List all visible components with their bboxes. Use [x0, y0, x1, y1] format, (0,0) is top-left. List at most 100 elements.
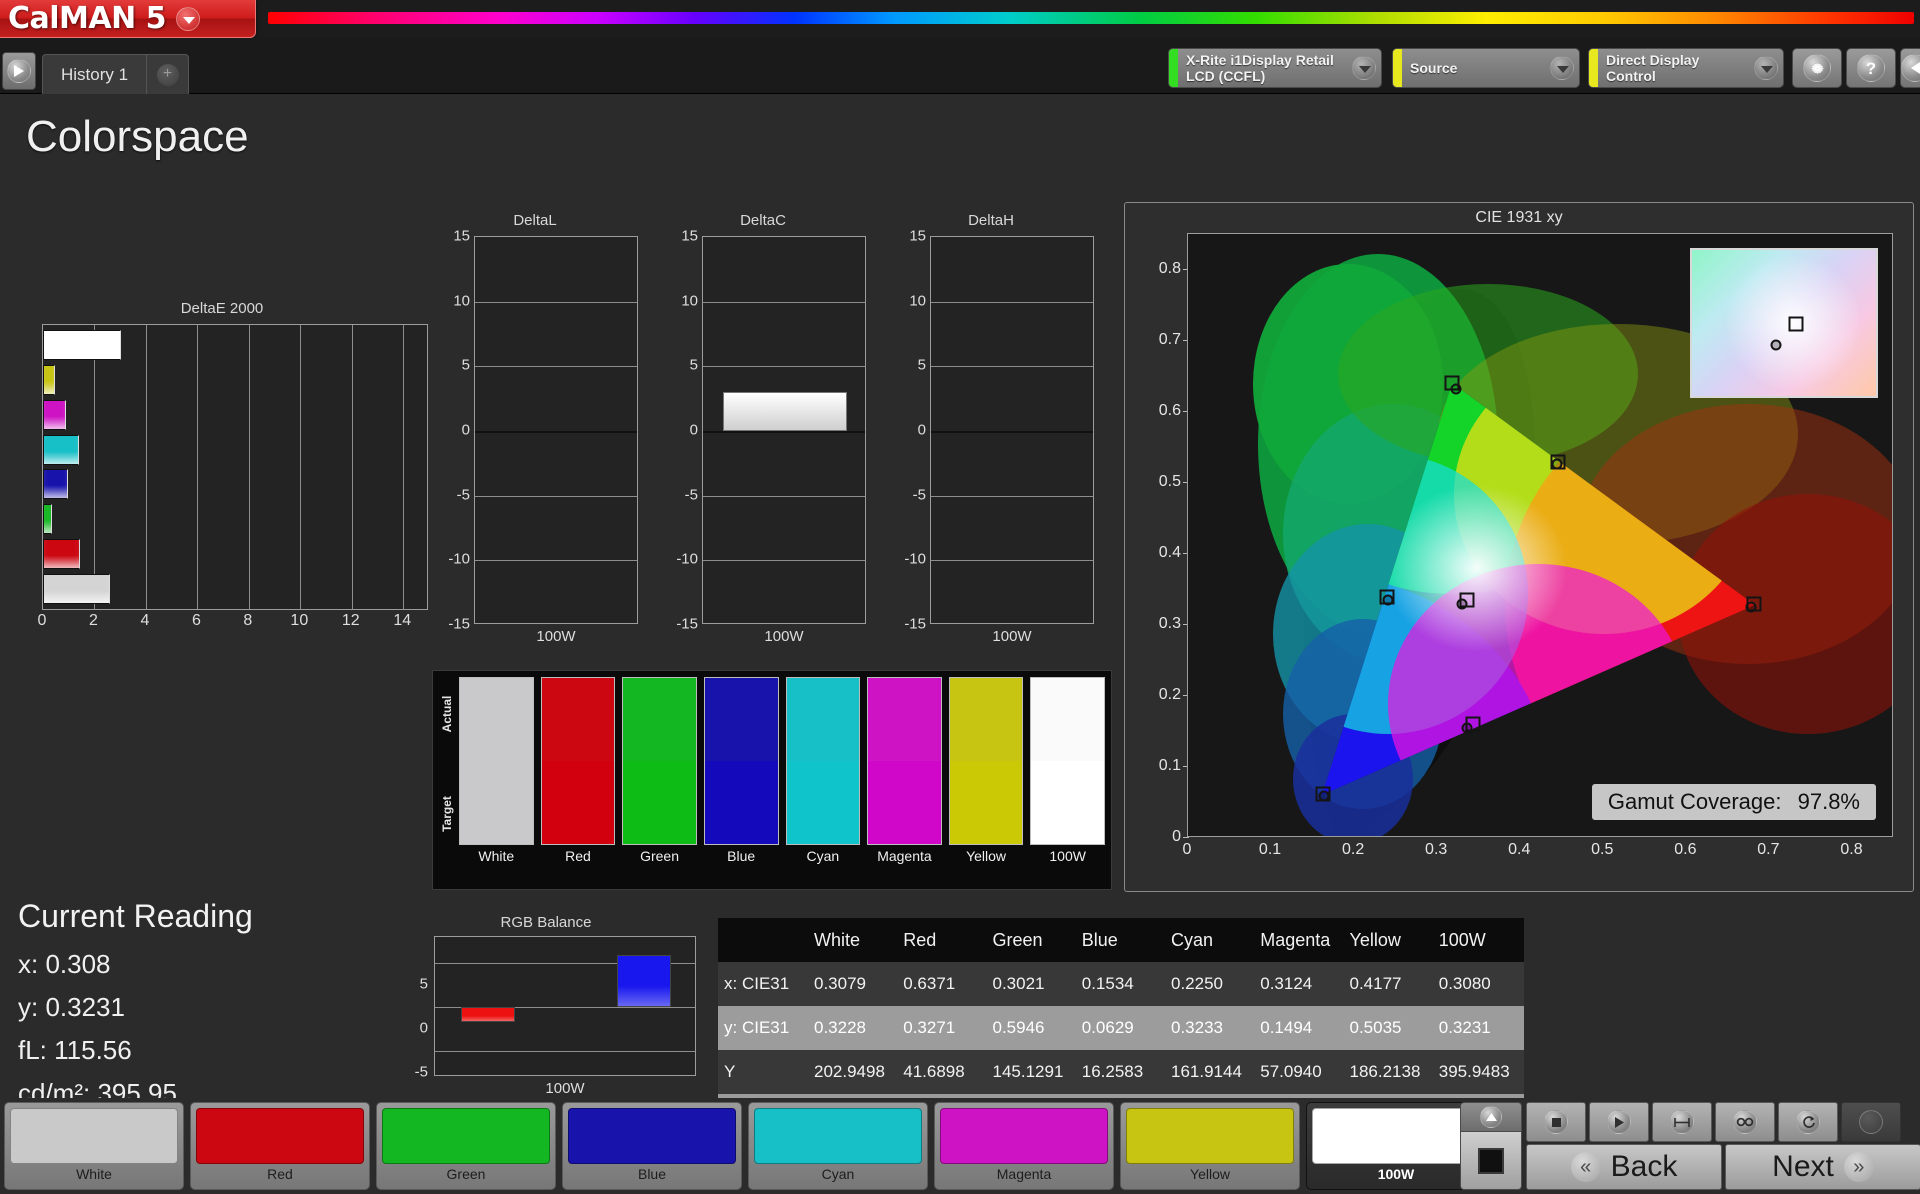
y-tick-label: 15	[681, 228, 698, 245]
x-tick-label: 0.7	[1757, 841, 1779, 859]
gridline	[475, 625, 637, 626]
stop-measurement-button[interactable]	[1460, 1132, 1522, 1190]
table-cell: 0.3021	[989, 962, 1078, 1006]
continuous-button[interactable]	[1715, 1102, 1775, 1142]
title-bar: CalMAN 5	[0, 0, 1920, 38]
meter-line1: X-Rite i1Display Retail	[1186, 52, 1339, 68]
chevron-down-icon[interactable]	[176, 7, 200, 31]
color-patch-button-cyan[interactable]: Cyan	[748, 1102, 928, 1190]
ddc-status-accent	[1589, 49, 1598, 87]
next-button[interactable]: Next »	[1725, 1144, 1920, 1190]
table-cell: 0.6371	[899, 962, 988, 1006]
cie-y-axis: 00.10.20.30.40.50.60.70.8	[1133, 233, 1185, 837]
delta-e-2000-chart: DeltaE 2000 02468101214	[16, 300, 428, 640]
y-tick-label: 0	[918, 422, 926, 439]
delta-e-bar-row	[43, 468, 427, 500]
delta-h-title: DeltaH	[888, 212, 1094, 229]
back-button[interactable]: « Back	[1526, 1144, 1722, 1190]
y-tick-label: 10	[681, 292, 698, 309]
refresh-button[interactable]	[1778, 1102, 1838, 1142]
gamut-coverage-label: Gamut Coverage:	[1608, 789, 1782, 814]
swatch-cell: Yellow	[949, 677, 1024, 867]
extra-button[interactable]	[1841, 1102, 1901, 1142]
cie-x-axis: 00.10.20.30.40.50.60.70.8	[1187, 841, 1893, 863]
play-icon	[7, 59, 31, 83]
rgb-balance-plot	[434, 936, 696, 1076]
delta-e-bar	[43, 365, 55, 395]
add-tab-button[interactable]: +	[146, 55, 188, 94]
table-cell: 145.1291	[989, 1050, 1078, 1094]
session-play-button[interactable]	[2, 52, 36, 90]
measured-marker-blue	[1319, 791, 1330, 802]
stop-button[interactable]	[1526, 1102, 1586, 1142]
display-control-dropdown[interactable]: Direct Display Control	[1588, 48, 1784, 88]
patch-label: Blue	[568, 1164, 736, 1184]
chevron-down-icon[interactable]	[1749, 49, 1783, 87]
source-label: Source	[1402, 49, 1545, 87]
patch-label: Yellow	[1126, 1164, 1294, 1184]
swatch-label: Red	[541, 845, 616, 867]
calman-logo[interactable]: CalMAN 5	[0, 0, 256, 38]
gridline	[931, 237, 1093, 238]
swatch-cell: Blue	[704, 677, 779, 867]
measured-marker-cyan	[1383, 595, 1394, 606]
measured-marker-red	[1746, 602, 1757, 613]
zero-line	[475, 431, 637, 433]
meter-label: X-Rite i1Display Retail LCD (CCFL)	[1178, 49, 1347, 87]
color-patch-button-green[interactable]: Green	[376, 1102, 556, 1190]
delta-c-title: DeltaC	[660, 212, 866, 229]
cie-title: CIE 1931 xy	[1125, 203, 1913, 227]
x-tick-label: 2	[89, 612, 98, 630]
swatch-row: WhiteRedGreenBlueCyanMagentaYellow100W	[459, 677, 1105, 867]
patch-swatch	[382, 1108, 550, 1164]
delta-e-bar-row	[43, 364, 427, 396]
infinity-icon	[1733, 1110, 1757, 1134]
y-tick-label: 0.6	[1159, 402, 1181, 420]
y-tick-label: 10	[909, 292, 926, 309]
color-patch-button-blue[interactable]: Blue	[562, 1102, 742, 1190]
help-button[interactable]: ?	[1846, 48, 1896, 88]
x-tick-label: 6	[192, 612, 201, 630]
color-patch-button-yellow[interactable]: Yellow	[1120, 1102, 1300, 1190]
tab-history-1[interactable]: History 1 +	[42, 54, 189, 94]
color-patch-button-white[interactable]: White	[4, 1102, 184, 1190]
y-tick-label: -5	[457, 486, 470, 503]
delta-e-bar	[43, 400, 66, 430]
rgb-balance-bar	[461, 1007, 515, 1022]
source-dropdown[interactable]: Source	[1392, 48, 1580, 88]
refresh-icon	[1796, 1110, 1820, 1134]
color-patch-button-red[interactable]: Red	[190, 1102, 370, 1190]
table-column-header: Green	[989, 918, 1078, 962]
table-row: x: CIE310.30790.63710.30210.15340.22500.…	[718, 962, 1524, 1006]
delta-bar	[723, 392, 847, 431]
y-tick-label: 5	[462, 357, 470, 374]
swatch-color	[459, 677, 534, 845]
collapse-panel-button[interactable]	[1900, 48, 1920, 88]
delta-e-bar	[43, 539, 80, 569]
play-button[interactable]	[1589, 1102, 1649, 1142]
meter-dropdown[interactable]: X-Rite i1Display Retail LCD (CCFL)	[1168, 48, 1382, 88]
measured-marker-magenta	[1462, 723, 1473, 734]
gridline	[475, 302, 637, 303]
y-tick-label: 0	[690, 422, 698, 439]
y-tick-label: 0.4	[1159, 544, 1181, 562]
y-tick-label: 10	[453, 292, 470, 309]
swatch-side-labels: Actual Target	[435, 677, 457, 867]
double-chevron-right-icon: »	[1844, 1152, 1874, 1182]
chevron-down-icon[interactable]	[1545, 49, 1579, 87]
settings-button[interactable]	[1792, 48, 1842, 88]
rgb-balance-x-label: 100W	[434, 1080, 696, 1097]
delta-e-bar-row	[43, 538, 427, 570]
measure-button[interactable]	[1652, 1102, 1712, 1142]
swatch-label: Magenta	[867, 845, 942, 867]
color-patch-button-magenta[interactable]: Magenta	[934, 1102, 1114, 1190]
table-row: Y202.949841.6898145.129116.2583161.91445…	[718, 1050, 1524, 1094]
y-tick-label: -5	[685, 486, 698, 503]
chevron-down-icon[interactable]	[1347, 49, 1381, 87]
cie-1931-chart: CIE 1931 xy 00.10.20.30.40.50.60.70.8 00…	[1124, 202, 1914, 892]
expand-controls-button[interactable]	[1460, 1102, 1522, 1132]
delta-e-bar-row	[43, 399, 427, 431]
delta-l-title: DeltaL	[432, 212, 638, 229]
tab-label: History 1	[43, 65, 146, 85]
swatch-label: Cyan	[786, 845, 861, 867]
